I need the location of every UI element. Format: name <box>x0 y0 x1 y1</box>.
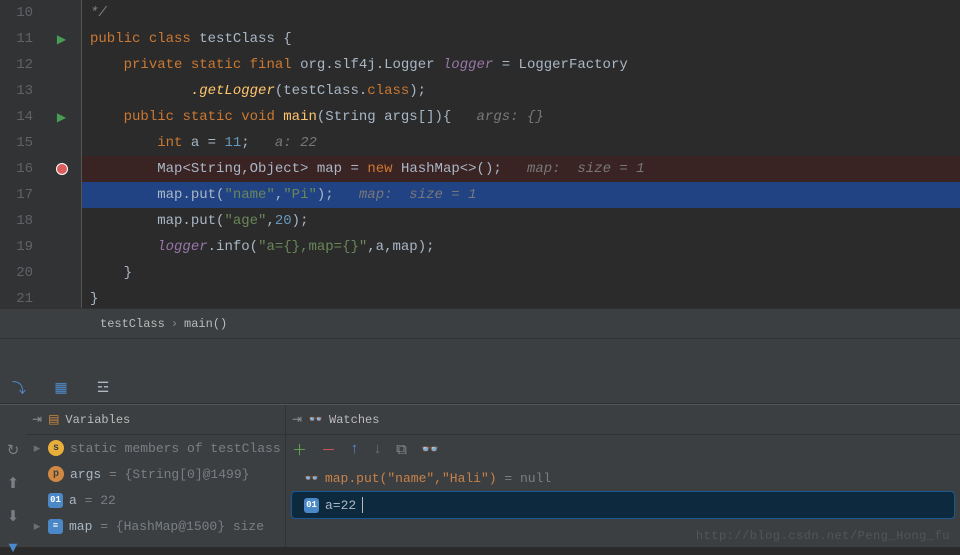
breakpoint-icon[interactable] <box>56 163 68 175</box>
line-number-gutter: 10 11 12 13 14 15 16 17 18 19 20 21 <box>0 0 42 308</box>
breadcrumb-class[interactable]: testClass <box>100 317 165 331</box>
restore-layout-icon[interactable]: ⇥ <box>32 412 42 427</box>
line-number: 21 <box>0 286 33 312</box>
watermark: http://blog.csdn.net/Peng_Hong_fu <box>696 529 950 543</box>
line-number: 20 <box>0 260 33 286</box>
code-area[interactable]: */ public class testClass { private stat… <box>82 0 960 308</box>
line-number: 18 <box>0 208 33 234</box>
static-badge-icon: s <box>48 440 64 456</box>
move-up-icon[interactable]: ↑ <box>350 441 359 458</box>
line-number: 12 <box>0 52 33 78</box>
line-number: 10 <box>0 0 33 26</box>
code-editor[interactable]: 10 11 12 13 14 15 16 17 18 19 20 21 ▶ ▶ … <box>0 0 960 308</box>
arrow-up-icon[interactable]: ⬆ <box>7 474 20 493</box>
chevron-right-icon: › <box>171 317 178 331</box>
watches-title: Watches <box>329 413 379 427</box>
run-icon[interactable]: ▶ <box>57 32 66 47</box>
list-icon[interactable]: ☲ <box>94 379 112 397</box>
obj-badge-icon: ≡ <box>48 519 63 534</box>
comment-close: */ <box>90 5 107 21</box>
watches-toolbar: ＋ － ↑ ↓ ⧉ 👓 <box>286 435 960 465</box>
variable-row[interactable]: ▸ ≡ map = {HashMap@1500} size <box>26 513 285 539</box>
add-watch-icon[interactable]: ＋ <box>292 439 307 460</box>
line-number: 19 <box>0 234 33 260</box>
remove-watch-icon[interactable]: － <box>321 439 336 460</box>
arrow-down-icon[interactable]: ⬇ <box>7 507 20 526</box>
variable-row[interactable]: ▸ s static members of testClass <box>26 435 285 461</box>
line-number: 15 <box>0 130 33 156</box>
debug-toolstrip: ⤵ ▦ ☲ <box>0 338 960 404</box>
int-badge-icon: 01 <box>304 498 319 513</box>
glasses-icon: 👓 <box>304 471 319 486</box>
variable-row[interactable]: ▸ p args = {String[0]@1499} <box>26 461 285 487</box>
watch-row[interactable]: 👓 map.put("name","Hali") = null <box>286 465 960 491</box>
text-cursor <box>362 497 363 513</box>
move-down-icon[interactable]: ↓ <box>373 441 382 458</box>
gutter-icons: ▶ ▶ <box>42 0 82 308</box>
restore-layout-icon[interactable]: ⇥ <box>292 412 302 427</box>
variables-panel: ⇥ ▤ Variables ▸ s static members of test… <box>26 405 286 547</box>
table-icon[interactable]: ▦ <box>52 379 70 397</box>
rerun-icon[interactable]: ↻ <box>7 441 20 460</box>
breadcrumb-method[interactable]: main() <box>184 317 227 331</box>
line-number: 16 <box>0 156 33 182</box>
watches-panel: ⇥ 👓 Watches ＋ － ↑ ↓ ⧉ 👓 👓 map.put("name"… <box>286 405 960 547</box>
variable-row[interactable]: ▸ 01 a = 22 <box>26 487 285 513</box>
debugger-panel: ↻ ⬆ ⬇ ▼ ⇥ ▤ Variables ▸ s static members… <box>0 404 960 547</box>
debug-sidebar: ↻ ⬆ ⬇ ▼ <box>0 405 26 547</box>
breadcrumb: testClass › main() <box>0 308 960 338</box>
glasses-icon: 👓 <box>308 412 323 427</box>
line-number: 13 <box>0 78 33 104</box>
param-badge-icon: p <box>48 466 64 482</box>
variables-icon: ▤ <box>48 412 59 427</box>
run-icon[interactable]: ▶ <box>57 110 66 125</box>
int-badge-icon: 01 <box>48 493 63 508</box>
watch-input[interactable]: 01 a=22 <box>292 492 954 518</box>
line-number: 17 <box>0 182 33 208</box>
glasses-icon[interactable]: 👓 <box>421 440 440 459</box>
expand-icon[interactable]: ▸ <box>32 519 42 534</box>
line-number: 11 <box>0 26 33 52</box>
line-number: 14 <box>0 104 33 130</box>
step-into-icon[interactable]: ⤵ <box>10 379 28 397</box>
expand-icon[interactable]: ▸ <box>32 441 42 456</box>
filter-icon[interactable]: ▼ <box>8 540 17 555</box>
copy-icon[interactable]: ⧉ <box>396 441 407 459</box>
variables-title: Variables <box>65 413 130 427</box>
